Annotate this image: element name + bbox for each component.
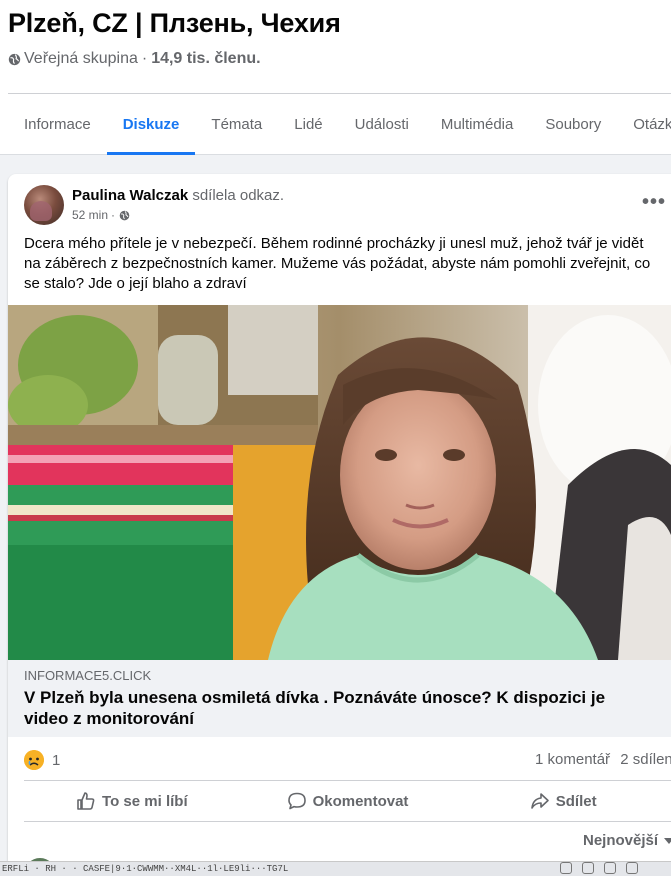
engagement-counts: 1 komentář 2 sdílení <box>535 751 671 768</box>
sticker-icon[interactable] <box>626 862 638 874</box>
sad-reaction-icon <box>24 750 44 770</box>
author-action: sdílela odkaz. <box>192 187 285 204</box>
author-avatar[interactable] <box>24 185 64 225</box>
group-title[interactable]: Plzeň, CZ | Плзень, Чехия <box>8 8 341 39</box>
actions-divider <box>24 821 671 822</box>
group-tabs: Informace Diskuze Témata Lidé Události M… <box>8 94 671 155</box>
tab-otazky[interactable]: Otázky <box>617 94 671 154</box>
more-options-icon[interactable]: ••• <box>642 192 666 212</box>
post-text: Dcera mého přítele je v nebezpečí. Během… <box>24 235 651 292</box>
time-separator: · <box>111 208 116 222</box>
link-domain[interactable]: INFORMACE5.CLICK <box>24 668 151 683</box>
comments-count[interactable]: 1 komentář <box>535 751 610 768</box>
share-button[interactable]: Sdílet <box>455 782 671 820</box>
share-icon <box>530 793 549 809</box>
post-timestamp[interactable]: 52 min <box>72 208 108 222</box>
post-card: Paulina Walczak sdílela odkaz. 52 min · … <box>8 174 671 876</box>
tab-informace[interactable]: Informace <box>8 94 107 154</box>
actions-divider <box>24 780 671 781</box>
like-button[interactable]: To se mi líbí <box>24 782 240 820</box>
author-name[interactable]: Paulina Walczak <box>72 187 188 204</box>
tab-multimedia[interactable]: Multimédia <box>425 94 530 154</box>
link-title[interactable]: V Plzeň byla unesena osmiletá dívka . Po… <box>24 687 654 729</box>
comment-sort-dropdown[interactable]: Nejnovější <box>583 832 671 849</box>
group-meta: Veřejná skupina · 14,9 tis. členu. <box>8 50 261 68</box>
globe-icon <box>8 53 21 65</box>
share-label: Sdílet <box>555 792 597 810</box>
reactions-summary[interactable]: 1 <box>24 749 60 771</box>
comment-button[interactable]: Okomentovat <box>240 782 456 820</box>
status-icons <box>560 862 638 874</box>
post-actions: To se mi líbí Okomentovat Sdílet <box>24 782 671 820</box>
comment-icon <box>287 792 306 810</box>
globe-icon <box>119 210 130 220</box>
emoji-icon[interactable] <box>560 862 572 874</box>
post-photo[interactable] <box>8 305 671 660</box>
camera-icon[interactable] <box>582 862 594 874</box>
reaction-count: 1 <box>52 751 61 769</box>
tab-lide[interactable]: Lidé <box>278 94 338 154</box>
tab-udalosti[interactable]: Události <box>339 94 425 154</box>
tab-temata[interactable]: Témata <box>195 94 278 154</box>
tab-soubory[interactable]: Soubory <box>529 94 617 154</box>
author-line: Paulina Walczak sdílela odkaz. <box>72 187 284 204</box>
thumbs-up-icon <box>77 792 95 810</box>
group-privacy: Veřejná skupina <box>24 50 138 67</box>
like-label: To se mi líbí <box>102 792 188 810</box>
tab-diskuze[interactable]: Diskuze <box>106 94 196 155</box>
gif-icon[interactable] <box>604 862 616 874</box>
group-members[interactable]: 14,9 tis. členu. <box>151 50 260 68</box>
meta-separator: · <box>141 50 148 67</box>
post-time: 52 min · <box>72 208 130 222</box>
sort-label: Nejnovější <box>583 832 659 849</box>
comment-label: Okomentovat <box>312 792 409 810</box>
status-text: ERFLi · RH · · CASFE|9·1·CWWMM··XM4L··1l… <box>2 864 289 874</box>
group-header: Plzeň, CZ | Плзень, Чехия Veřejná skupin… <box>0 0 671 155</box>
caret-down-icon <box>664 837 671 844</box>
shares-count[interactable]: 2 sdílení <box>620 751 671 768</box>
